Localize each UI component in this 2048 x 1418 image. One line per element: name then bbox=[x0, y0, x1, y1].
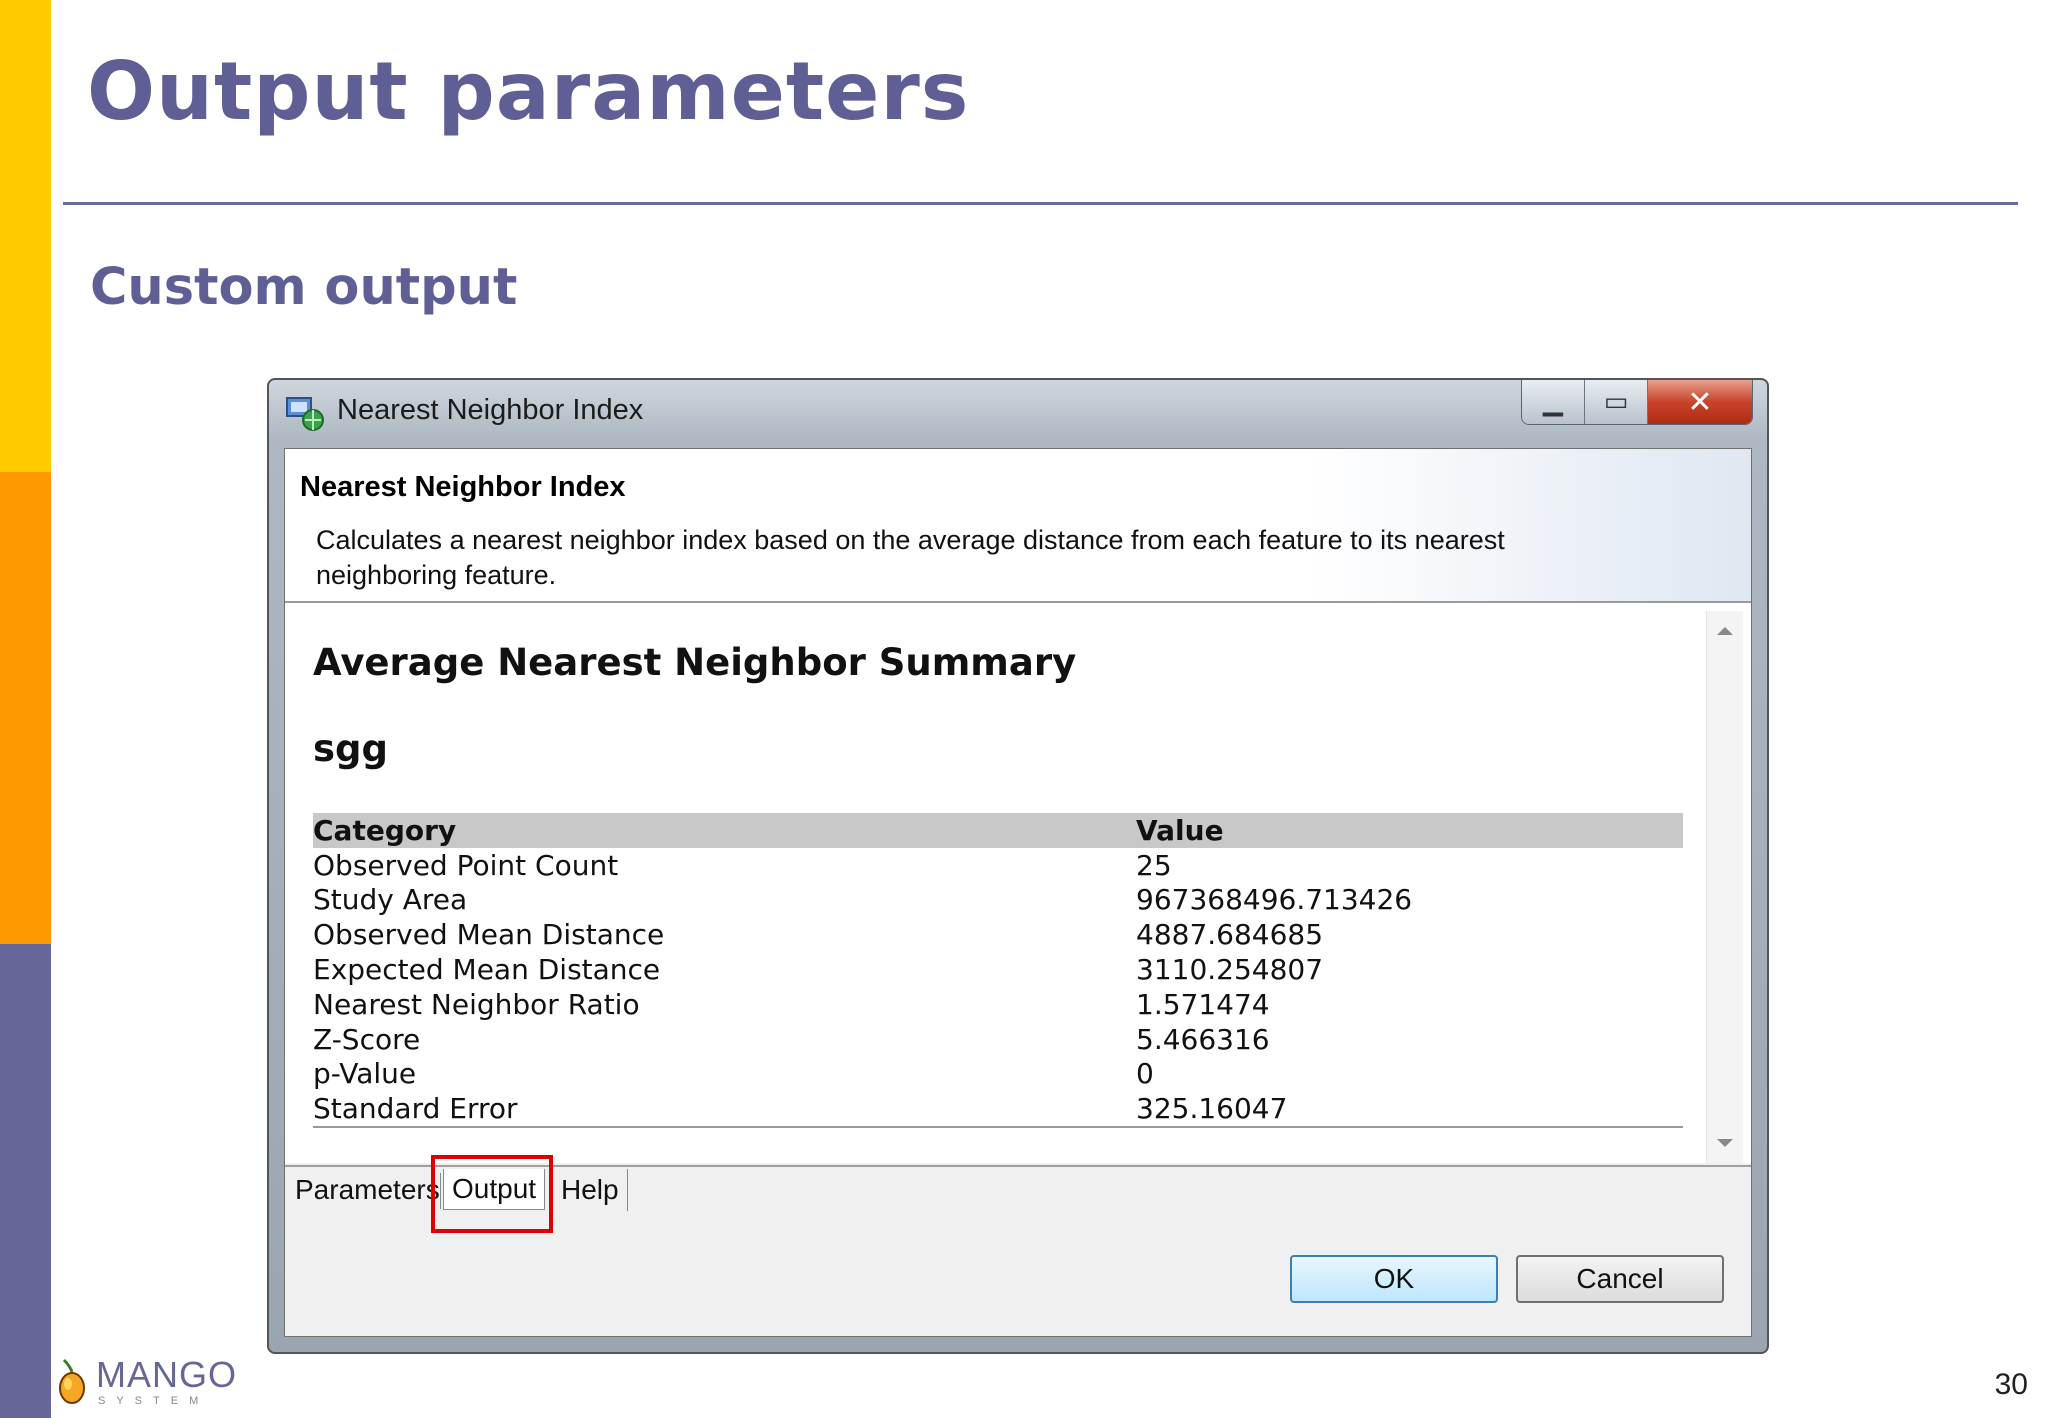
mango-logo: MANGO SYSTEM bbox=[52, 1352, 242, 1412]
table-row: Study Area 967368496.713426 bbox=[313, 883, 1683, 918]
logo-name: MANGO bbox=[96, 1354, 238, 1395]
tool-name: Nearest Neighbor Index bbox=[300, 471, 626, 503]
row-category: p-Value bbox=[313, 1057, 417, 1091]
row-category: Observed Mean Distance bbox=[313, 918, 665, 952]
row-category: Study Area bbox=[313, 883, 468, 917]
table-row: Observed Mean Distance 4887.684685 bbox=[313, 917, 1683, 952]
scroll-up-icon[interactable] bbox=[1717, 627, 1733, 635]
tab-parameters[interactable]: Parameters bbox=[295, 1169, 440, 1211]
title-divider bbox=[63, 202, 2018, 205]
row-category: Standard Error bbox=[313, 1092, 518, 1126]
left-bar-orange bbox=[0, 472, 51, 944]
table-row: Z-Score 5.466316 bbox=[313, 1022, 1683, 1057]
table-row: p-Value 0 bbox=[313, 1057, 1683, 1092]
column-header-category: Category bbox=[313, 813, 457, 847]
cancel-button[interactable]: Cancel bbox=[1516, 1255, 1724, 1303]
left-bar-yellow bbox=[0, 0, 51, 472]
column-header-value: Value bbox=[1136, 813, 1224, 847]
toolbox-globe-icon bbox=[286, 397, 324, 431]
logo-subtext: SYSTEM bbox=[98, 1395, 210, 1407]
slide-title: Output parameters bbox=[87, 45, 970, 138]
table-row: Expected Mean Distance 3110.254807 bbox=[313, 952, 1683, 987]
window-title: Nearest Neighbor Index bbox=[337, 394, 644, 426]
minimize-button[interactable]: ▁ bbox=[1522, 380, 1585, 424]
close-button[interactable]: ✕ bbox=[1648, 380, 1752, 424]
layer-name: sgg bbox=[313, 727, 388, 770]
row-value: 4887.684685 bbox=[1136, 918, 1324, 952]
window-titlebar[interactable]: Nearest Neighbor Index ▁ ▭ ✕ bbox=[269, 380, 1767, 440]
row-value: 1.571474 bbox=[1136, 987, 1270, 1021]
summary-table: Category Value Observed Point Count 25 S… bbox=[313, 813, 1683, 1129]
table-row: Standard Error 325.16047 bbox=[313, 1091, 1683, 1126]
table-row: Observed Point Count 25 bbox=[313, 848, 1683, 883]
slide-subtitle: Custom output bbox=[90, 258, 518, 317]
row-category: Nearest Neighbor Ratio bbox=[313, 987, 640, 1021]
row-category: Z-Score bbox=[313, 1022, 421, 1056]
mango-fruit-icon bbox=[59, 1358, 85, 1404]
left-bar-purple bbox=[0, 944, 51, 1418]
row-value: 967368496.713426 bbox=[1136, 883, 1413, 917]
row-value: 325.16047 bbox=[1136, 1092, 1288, 1126]
summary-title: Average Nearest Neighbor Summary bbox=[313, 641, 1077, 684]
scroll-down-icon[interactable] bbox=[1717, 1139, 1733, 1147]
output-tab-highlight-box bbox=[431, 1155, 553, 1233]
tool-header: Nearest Neighbor Index Calculates a near… bbox=[285, 449, 1751, 603]
row-category: Observed Point Count bbox=[313, 848, 619, 882]
row-value: 5.466316 bbox=[1136, 1022, 1270, 1056]
vertical-scrollbar[interactable] bbox=[1706, 611, 1743, 1163]
dialog-client: Nearest Neighbor Index Calculates a near… bbox=[284, 448, 1752, 1337]
page-number: 30 bbox=[1994, 1368, 2028, 1401]
row-value: 3110.254807 bbox=[1136, 953, 1324, 987]
row-value: 0 bbox=[1136, 1057, 1154, 1091]
ok-button[interactable]: OK bbox=[1290, 1255, 1498, 1303]
table-header-row: Category Value bbox=[313, 813, 1683, 848]
table-row: Nearest Neighbor Ratio 1.571474 bbox=[313, 987, 1683, 1022]
close-icon: ✕ bbox=[1687, 384, 1713, 420]
maximize-button[interactable]: ▭ bbox=[1585, 380, 1648, 424]
window-controls: ▁ ▭ ✕ bbox=[1521, 380, 1753, 425]
maximize-icon: ▭ bbox=[1603, 387, 1629, 417]
dialog-window: Nearest Neighbor Index ▁ ▭ ✕ Nearest Nei… bbox=[267, 378, 1769, 1354]
row-value: 25 bbox=[1136, 848, 1172, 882]
tool-description: Calculates a nearest neighbor index base… bbox=[316, 525, 1505, 590]
minimize-icon: ▁ bbox=[1543, 387, 1563, 417]
tab-help[interactable]: Help bbox=[561, 1169, 628, 1211]
row-category: Expected Mean Distance bbox=[313, 953, 661, 987]
output-panel[interactable]: Average Nearest Neighbor Summary sgg Cat… bbox=[285, 603, 1751, 1163]
